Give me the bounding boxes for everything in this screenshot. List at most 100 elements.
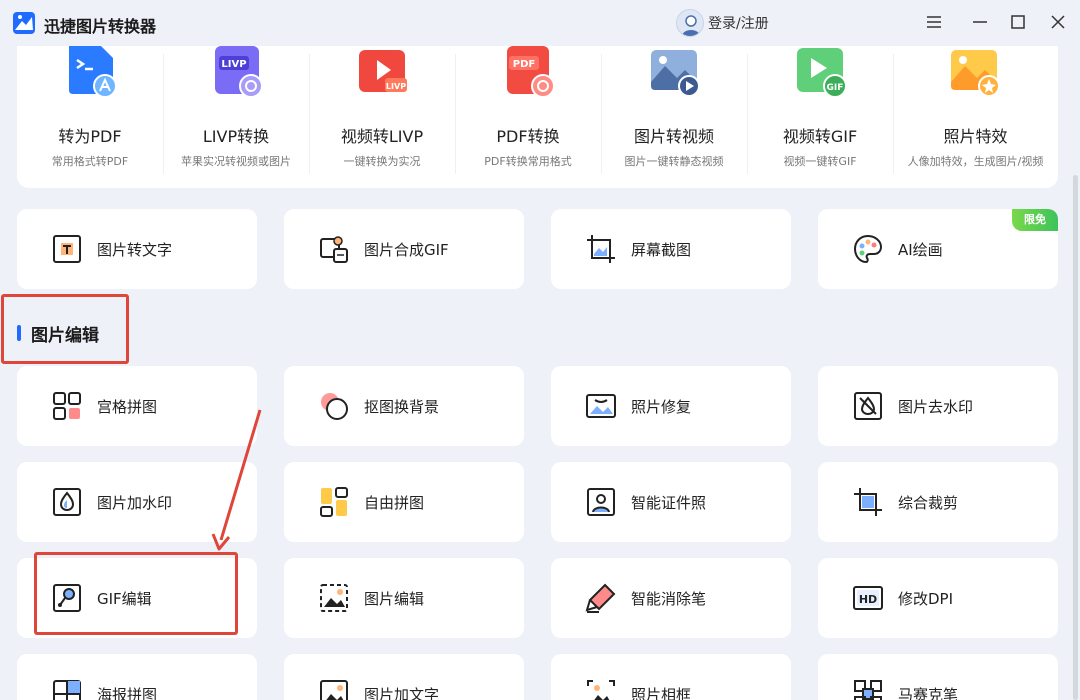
card-label: 图片加水印 bbox=[97, 494, 173, 512]
login-button[interactable]: 登录/注册 bbox=[676, 9, 769, 37]
tool-video-to-livp[interactable]: LIVP 视频转LIVP 一键转换为实况 bbox=[309, 46, 455, 188]
tool-livp-convert[interactable]: LIVP LIVP转换 苹果实况转视频或图片 bbox=[163, 46, 309, 188]
card-label: 海报拼图 bbox=[97, 686, 158, 700]
tool-label: 转为PDF bbox=[58, 127, 122, 146]
card-label: 抠图换背景 bbox=[364, 398, 440, 416]
screenshot-icon bbox=[587, 235, 615, 263]
pdf-convert-icon: PDF bbox=[507, 46, 555, 98]
menu-icon[interactable] bbox=[924, 12, 944, 32]
card-free-collage[interactable]: 自由拼图 bbox=[284, 462, 524, 542]
card-label: 屏幕截图 bbox=[631, 241, 692, 259]
card-id-photo[interactable]: 智能证件照 bbox=[551, 462, 791, 542]
card-label: 自由拼图 bbox=[364, 494, 425, 512]
card-ai-painting[interactable]: AI绘画 限免 bbox=[818, 209, 1058, 289]
scrollbar[interactable] bbox=[1073, 175, 1078, 700]
tool-desc: 常用格式转PDF bbox=[51, 155, 129, 168]
mosaic-icon bbox=[854, 680, 882, 700]
card-cutout-background[interactable]: 抠图换背景 bbox=[284, 366, 524, 446]
card-label: 图片转文字 bbox=[97, 241, 173, 259]
svg-text:LIVP: LIVP bbox=[386, 82, 406, 91]
close-icon[interactable] bbox=[1048, 12, 1068, 32]
tool-label: 视频转GIF bbox=[782, 127, 858, 146]
card-label: 图片加文字 bbox=[364, 686, 440, 700]
featured-tools-panel: 转为PDF 常用格式转PDF LIVP LIVP转换 苹果实况转视频或图片 LI… bbox=[17, 46, 1058, 188]
cutout-background-icon bbox=[321, 393, 348, 420]
app-logo-icon bbox=[13, 12, 35, 34]
tool-to-pdf[interactable]: 转为PDF 常用格式转PDF bbox=[17, 46, 163, 188]
photo-repair-icon bbox=[586, 394, 616, 418]
tool-pdf-convert[interactable]: PDF PDF转换 PDF转换常用格式 bbox=[455, 46, 601, 188]
tool-desc: 视频一键转GIF bbox=[783, 155, 857, 168]
card-photo-repair[interactable]: 照片修复 bbox=[551, 366, 791, 446]
tool-label: 视频转LIVP bbox=[340, 127, 424, 146]
highlight-box-gif-edit bbox=[34, 552, 238, 635]
photo-effect-icon bbox=[951, 50, 1000, 97]
grid-collage-icon bbox=[53, 392, 81, 420]
card-photo-frame[interactable]: 照片相框 bbox=[551, 654, 791, 700]
tool-desc: 苹果实况转视频或图片 bbox=[181, 155, 291, 168]
card-images-to-gif[interactable]: 图片合成GIF bbox=[284, 209, 524, 289]
card-label: 照片相框 bbox=[631, 686, 692, 700]
poster-collage-icon bbox=[53, 680, 81, 700]
id-photo-icon bbox=[587, 488, 615, 516]
card-label: 修改DPI bbox=[898, 590, 954, 608]
tool-label: LIVP转换 bbox=[202, 127, 270, 146]
photo-frame-icon bbox=[587, 680, 615, 700]
image-to-video-icon bbox=[651, 50, 700, 97]
card-crop[interactable]: 综合裁剪 bbox=[818, 462, 1058, 542]
card-label: 图片合成GIF bbox=[364, 241, 449, 259]
images-to-gif-icon bbox=[320, 236, 348, 263]
video-to-livp-icon: LIVP bbox=[359, 50, 407, 92]
card-hd-dpi[interactable]: HD 修改DPI bbox=[818, 558, 1058, 638]
tool-desc: 人像加特效，生成图片/视频 bbox=[907, 155, 1044, 168]
tool-image-to-video[interactable]: 图片转视频 图片一键转静态视频 bbox=[601, 46, 747, 188]
card-grid-collage[interactable]: 宫格拼图 bbox=[17, 366, 257, 446]
card-label: AI绘画 bbox=[898, 241, 943, 259]
card-label: 宫格拼图 bbox=[97, 398, 158, 416]
title-bar: 迅捷图片转换器 登录/注册 bbox=[0, 0, 1080, 46]
tool-label: 照片特效 bbox=[943, 127, 1008, 146]
tool-label: PDF转换 bbox=[496, 127, 560, 146]
card-label: 马赛克笔 bbox=[898, 686, 959, 700]
tool-desc: PDF转换常用格式 bbox=[484, 155, 572, 168]
card-image-to-text[interactable]: 图片转文字 bbox=[17, 209, 257, 289]
card-screenshot[interactable]: 屏幕截图 bbox=[551, 209, 791, 289]
svg-text:GIF: GIF bbox=[827, 83, 844, 93]
card-image-add-text[interactable]: 图片加文字 bbox=[284, 654, 524, 700]
tool-desc: 图片一键转静态视频 bbox=[624, 155, 724, 168]
svg-text:PDF: PDF bbox=[513, 59, 535, 70]
add-watermark-icon bbox=[53, 488, 81, 516]
image-edit-icon bbox=[320, 584, 348, 612]
card-label: 图片去水印 bbox=[898, 398, 974, 416]
card-poster-collage[interactable]: 海报拼图 bbox=[17, 654, 257, 700]
hd-dpi-icon: HD bbox=[853, 586, 883, 610]
crop-icon bbox=[854, 488, 882, 516]
free-badge: 限免 bbox=[1012, 209, 1058, 231]
card-image-edit[interactable]: 图片编辑 bbox=[284, 558, 524, 638]
video-to-gif-icon: GIF bbox=[797, 48, 847, 98]
card-label: 智能消除笔 bbox=[631, 590, 707, 608]
card-add-watermark[interactable]: 图片加水印 bbox=[17, 462, 257, 542]
card-label: 综合裁剪 bbox=[898, 494, 959, 512]
livp-convert-icon: LIVP bbox=[215, 46, 263, 98]
card-remove-watermark[interactable]: 图片去水印 bbox=[818, 366, 1058, 446]
card-eraser-pen[interactable]: 智能消除笔 bbox=[551, 558, 791, 638]
tool-desc: 一键转换为实况 bbox=[343, 155, 421, 168]
card-label: 照片修复 bbox=[631, 398, 692, 416]
svg-text:LIVP: LIVP bbox=[221, 59, 246, 70]
free-collage-icon bbox=[320, 487, 348, 517]
svg-text:HD: HD bbox=[859, 593, 877, 606]
tool-video-to-gif[interactable]: GIF 视频转GIF 视频一键转GIF bbox=[747, 46, 893, 188]
card-label: 智能证件照 bbox=[631, 494, 707, 512]
maximize-icon[interactable] bbox=[1008, 12, 1028, 32]
file-to-pdf-icon bbox=[69, 46, 117, 98]
image-to-text-icon bbox=[53, 235, 81, 263]
remove-watermark-icon bbox=[854, 392, 882, 420]
eraser-pen-icon bbox=[585, 583, 616, 613]
minimize-icon[interactable] bbox=[970, 12, 990, 32]
avatar bbox=[676, 9, 704, 37]
card-label: 图片编辑 bbox=[364, 590, 425, 608]
tool-photo-effect[interactable]: 照片特效 人像加特效，生成图片/视频 bbox=[893, 46, 1058, 188]
tool-label: 图片转视频 bbox=[633, 127, 714, 146]
card-mosaic[interactable]: 马赛克笔 bbox=[818, 654, 1058, 700]
